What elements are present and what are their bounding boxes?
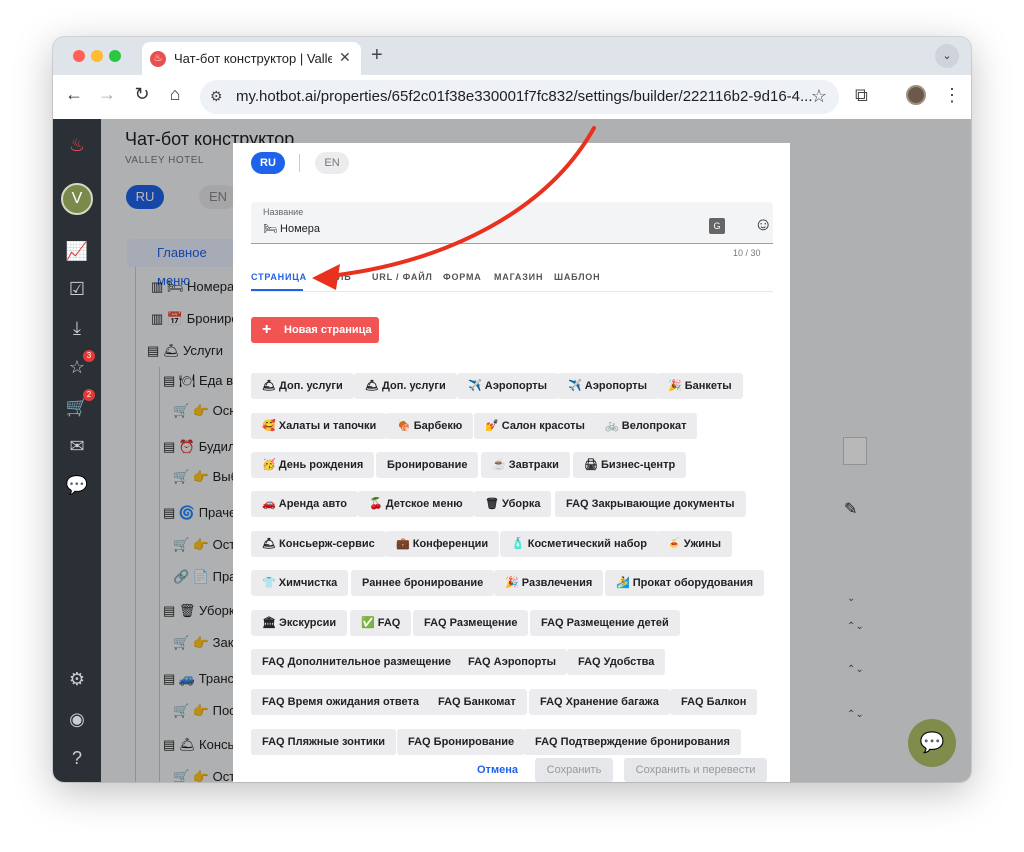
emoji-picker-icon[interactable]: ☺ [754,214,772,235]
page-chip[interactable]: FAQ Банкомат [427,689,527,715]
browser-toolbar: ← → ↻ ⌂ ⚙ my.hotbot.ai/properties/65f2c0… [53,75,971,119]
page-chip[interactable]: 🛎 Доп. услуги [251,373,354,399]
page-chip[interactable]: ✈️ Аэропорты [557,373,659,399]
page-chip[interactable]: 🍒 Детское меню [358,491,474,517]
save-and-translate-button[interactable]: Сохранить и перевести [624,758,767,782]
page-chip[interactable]: FAQ Закрывающие документы [555,491,746,517]
support-chat-bubble-icon[interactable]: 💬 [908,719,956,767]
page-chip[interactable]: 🛎 Доп. услуги [354,373,457,399]
page-chip[interactable]: 🛎 Консьерж-сервис [251,531,386,557]
extensions-icon[interactable]: ⧉ [855,85,868,106]
page-chip[interactable]: ✅ FAQ [350,610,412,636]
page-chip[interactable]: ☕ Завтраки [481,452,570,478]
page-chip[interactable]: ✈️ Аэропорты [457,373,559,399]
hotbot-favicon-icon: ♨ [150,51,166,67]
page-chip[interactable]: FAQ Балкон [670,689,758,715]
name-label: Название [263,207,304,217]
page-chip[interactable]: Раннее бронирование [351,570,495,596]
bookmark-star-icon[interactable]: ☆ [811,86,827,107]
tab-url-file[interactable]: URL / ФАЙЛ [372,272,433,282]
home-button[interactable]: ⌂ [163,84,187,105]
translate-icon[interactable]: G [709,218,725,234]
divider [299,154,300,172]
maximize-window-button[interactable] [109,50,121,62]
address-bar[interactable]: ⚙ my.hotbot.ai/properties/65f2c01f38e330… [200,80,839,114]
mail-icon[interactable]: ✉ [65,434,89,458]
tab-shop[interactable]: МАГАЗИН [494,272,543,282]
reviews-badge: 3 [83,350,95,362]
active-tab-indicator [251,289,303,291]
modal-lang-en[interactable]: EN [315,152,349,174]
page-chip[interactable]: 🚗 Аренда авто [251,491,359,517]
page-chip[interactable]: 🥰 Халаты и тапочки [251,413,388,439]
plus-icon: + [262,321,272,338]
close-tab-icon[interactable]: ✕ [339,49,351,66]
page-chip[interactable]: 🍝 Ужины [656,531,733,557]
tab-title: Чат-бот конструктор | Valley [174,51,332,66]
page-chip[interactable]: FAQ Время ожидания ответа [251,689,430,715]
settings-gear-icon[interactable]: ⚙ [65,667,89,691]
page-chip[interactable]: FAQ Размещение [413,610,529,636]
tab-template[interactable]: ШАБЛОН [554,272,600,282]
url-text: my.hotbot.ai/properties/65f2c01f38e33000… [236,88,813,105]
page-chip[interactable]: 🗑 Уборка [474,491,552,517]
page-chip[interactable]: 🎉 Развлечения [494,570,604,596]
page-chip[interactable]: 🎉 Банкеты [657,373,743,399]
page-chip[interactable]: FAQ Бронирование [397,729,526,755]
page-chip[interactable]: 🍖 Барбекю [386,413,474,439]
page-chip[interactable]: FAQ Дополнительное размещение [251,649,462,675]
site-settings-icon[interactable]: ⚙ [210,88,230,106]
account-icon[interactable]: ◉ [65,707,89,731]
hotbot-logo-icon[interactable]: ♨ [65,133,89,157]
back-button[interactable]: ← [62,84,86,105]
name-field[interactable]: Название 🛏 Номера G ☺ [251,202,773,244]
help-icon[interactable]: ? [65,746,89,770]
action-tabs: СТРАНИЦА ЦЕЛЬ URL / ФАЙЛ ФОРМА МАГАЗИН Ш… [251,271,773,292]
reload-button[interactable]: ↻ [130,84,154,105]
page-chip[interactable]: FAQ Хранение багажа [529,689,670,715]
page-chip[interactable]: FAQ Аэропорты [457,649,567,675]
hotel-logo[interactable]: V [61,183,93,215]
side-navigation: ♨ V 📈 ☑ ⤓ ☆ 3 🛒 2 ✉ 💬 ⚙ ◉ ? [53,119,101,782]
char-counter: 10 / 30 [733,248,761,258]
page-chip[interactable]: FAQ Размещение детей [530,610,680,636]
analytics-icon[interactable]: 📈 [65,239,89,263]
new-tab-button[interactable]: + [371,44,383,67]
page-chip[interactable]: FAQ Подтверждение бронирования [524,729,741,755]
close-window-button[interactable] [73,50,85,62]
minimize-window-button[interactable] [91,50,103,62]
page-chip[interactable]: 🏄 Прокат оборудования [605,570,765,596]
tab-goal[interactable]: ЦЕЛЬ [323,272,352,282]
tab-search-button[interactable]: ⌄ [935,44,959,68]
page-chip[interactable]: 🏛 Экскурсии [251,610,348,636]
page-chip[interactable]: 🚲 Велопрокат [594,413,698,439]
tab-page[interactable]: СТРАНИЦА [251,272,307,282]
page-chip[interactable]: 💅 Салон красоты [474,413,596,439]
save-button[interactable]: Сохранить [535,758,613,782]
page-chip[interactable]: FAQ Пляжные зонтики [251,729,396,755]
page-chip[interactable]: FAQ Удобства [567,649,666,675]
page-chip[interactable]: 🖨 Бизнес-центр [573,452,687,478]
page-chip[interactable]: Бронирование [376,452,479,478]
browser-menu-icon[interactable]: ⋮ [943,85,961,106]
chat-icon[interactable]: 💬 [65,473,89,497]
inbox-icon[interactable]: ⤓ [65,316,89,340]
cancel-button[interactable]: Отмена [477,764,518,776]
page-chip[interactable]: 🧴 Косметический набор [500,531,658,557]
tasks-icon[interactable]: ☑ [65,277,89,301]
forward-button[interactable]: → [95,84,119,105]
cart-badge: 2 [83,389,95,401]
profile-avatar[interactable] [906,85,926,105]
new-page-button[interactable]: + Новая страница [251,317,379,343]
edit-button-modal: RU EN Название 🛏 Номера G ☺ 10 / 30 СТРА… [233,143,790,782]
page-chip[interactable]: 💼 Конференции [385,531,500,557]
modal-lang-ru[interactable]: RU [251,152,285,174]
tab-form[interactable]: ФОРМА [443,272,482,282]
name-input[interactable]: 🛏 Номера [263,222,320,235]
page-chip[interactable]: 🥳 День рождения [251,452,375,478]
page-chip[interactable]: 👕 Химчистка [251,570,349,596]
tab-bar: ♨ Чат-бот конструктор | Valley ✕ + ⌄ [53,37,971,75]
browser-tab[interactable]: ♨ Чат-бот конструктор | Valley ✕ [142,42,361,75]
modal-footer: Отмена Сохранить Сохранить и перевести [233,757,790,782]
